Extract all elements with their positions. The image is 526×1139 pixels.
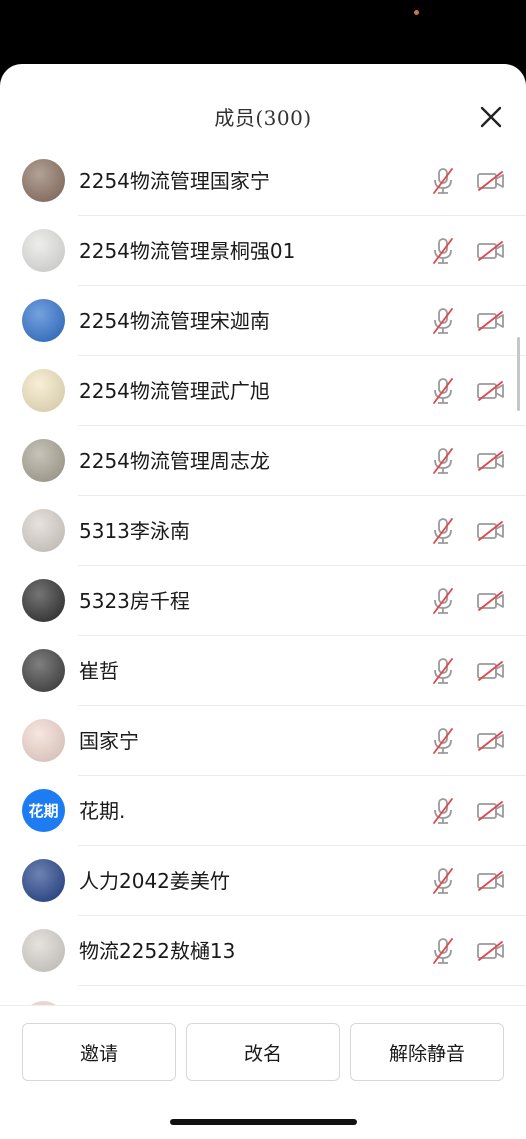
member-name: 物流2252敖樋13 — [79, 939, 236, 963]
close-icon — [480, 106, 502, 128]
camera-off-icon[interactable] — [476, 380, 506, 402]
avatar[interactable] — [22, 929, 65, 972]
sheet-header: 成员(300) — [0, 64, 526, 150]
mic-muted-icon[interactable] — [431, 167, 455, 195]
member-row[interactable]: 2254物流管理周志龙 — [0, 426, 526, 496]
avatar[interactable] — [22, 649, 65, 692]
avatar[interactable] — [22, 299, 65, 342]
mic-muted-icon[interactable] — [431, 727, 455, 755]
member-row[interactable]: 国家宁 — [0, 706, 526, 776]
member-name: 2254物流管理国家宁 — [79, 169, 270, 193]
mic-muted-icon[interactable] — [431, 657, 455, 685]
action-bar: 邀请 改名 解除静音 — [0, 1006, 526, 1139]
member-row[interactable]: 2254物流管理景桐强01 — [0, 216, 526, 286]
mic-muted-icon[interactable] — [431, 587, 455, 615]
unmute-button[interactable]: 解除静音 — [350, 1023, 504, 1081]
camera-indicator — [414, 10, 419, 15]
member-row[interactable]: 人力2042姜美竹 — [0, 846, 526, 916]
camera-off-icon[interactable] — [476, 450, 506, 472]
member-name: 2254物流管理周志龙 — [79, 449, 270, 473]
camera-off-icon[interactable] — [476, 870, 506, 892]
member-row[interactable]: 5313李泳南 — [0, 496, 526, 566]
camera-off-icon[interactable] — [476, 310, 506, 332]
home-indicator — [170, 1119, 357, 1125]
camera-off-icon[interactable] — [476, 800, 506, 822]
member-list[interactable]: 2254物流管理国家宁 2254物流管理景桐强01 2254物流管理宋迦南 2254物… — [0, 146, 526, 1016]
member-name: 花期. — [79, 799, 126, 823]
member-row[interactable]: 花期 花期. — [0, 776, 526, 846]
member-row[interactable]: 物流2252敖樋13 — [0, 916, 526, 986]
member-name: 国家宁 — [79, 729, 139, 753]
camera-off-icon[interactable] — [476, 520, 506, 542]
mic-muted-icon[interactable] — [431, 237, 455, 265]
avatar[interactable] — [22, 159, 65, 202]
close-button[interactable] — [476, 102, 506, 132]
scrollbar[interactable] — [517, 337, 520, 411]
mic-muted-icon[interactable] — [431, 447, 455, 475]
members-title: 成员(300) — [214, 106, 312, 130]
avatar[interactable] — [22, 579, 65, 622]
camera-off-icon[interactable] — [476, 590, 506, 612]
member-row[interactable]: 5323房千程 — [0, 566, 526, 636]
member-name: 5323房千程 — [79, 589, 190, 613]
avatar[interactable] — [22, 369, 65, 412]
camera-off-icon[interactable] — [476, 660, 506, 682]
camera-off-icon[interactable] — [476, 730, 506, 752]
avatar[interactable] — [22, 229, 65, 272]
mic-muted-icon[interactable] — [431, 937, 455, 965]
member-name: 崔哲 — [79, 659, 119, 683]
member-name: 5313李泳南 — [79, 519, 190, 543]
mic-muted-icon[interactable] — [431, 377, 455, 405]
mic-muted-icon[interactable] — [431, 517, 455, 545]
mic-muted-icon[interactable] — [431, 797, 455, 825]
avatar[interactable] — [22, 439, 65, 482]
avatar[interactable] — [22, 509, 65, 552]
member-row[interactable]: 2254物流管理武广旭 — [0, 356, 526, 426]
avatar-text: 花期 — [22, 789, 65, 832]
member-row[interactable]: 崔哲 — [0, 636, 526, 706]
mic-muted-icon[interactable] — [431, 307, 455, 335]
member-row[interactable]: 2254物流管理宋迦南 — [0, 286, 526, 356]
member-name: 人力2042姜美竹 — [79, 869, 230, 893]
rename-button[interactable]: 改名 — [186, 1023, 340, 1081]
mic-muted-icon[interactable] — [431, 867, 455, 895]
camera-off-icon[interactable] — [476, 170, 506, 192]
avatar[interactable] — [22, 719, 65, 762]
camera-off-icon[interactable] — [476, 240, 506, 262]
invite-button[interactable]: 邀请 — [22, 1023, 176, 1081]
member-name: 2254物流管理宋迦南 — [79, 309, 270, 333]
camera-off-icon[interactable] — [476, 940, 506, 962]
members-sheet: 成员(300) 2254物流管理国家宁 2254物流管理景桐强01 2254物流管理… — [0, 64, 526, 1139]
member-name: 2254物流管理武广旭 — [79, 379, 270, 403]
avatar[interactable]: 花期 — [22, 789, 65, 832]
member-name: 2254物流管理景桐强01 — [79, 239, 296, 263]
avatar[interactable] — [22, 859, 65, 902]
member-row[interactable]: 2254物流管理国家宁 — [0, 146, 526, 216]
